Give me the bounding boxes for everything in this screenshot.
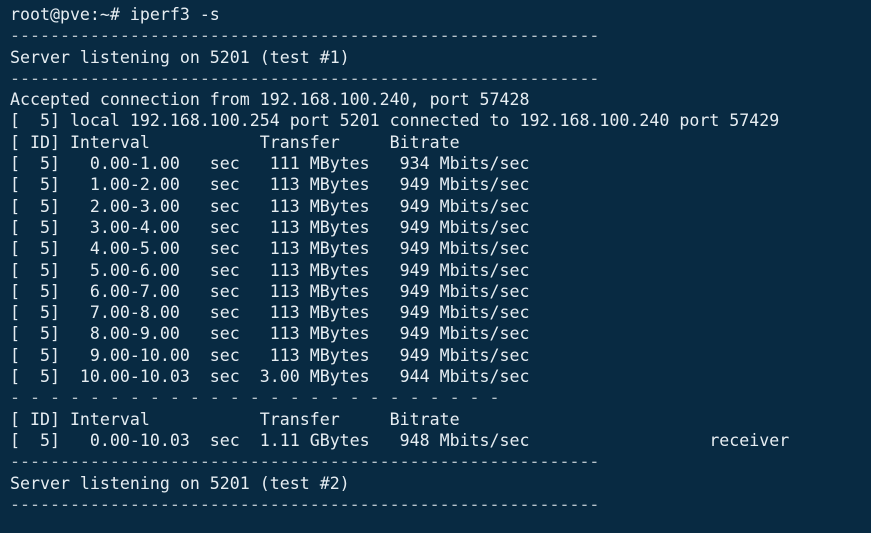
interval-result-line: [ 5] 0.00-1.00 sec 111 MBytes 934 Mbits/… — [10, 154, 530, 174]
summary-header-line: [ ID] Interval Transfer Bitrate — [10, 409, 460, 429]
separator-line: ----------------------------------------… — [10, 26, 600, 46]
dashed-separator-line: - - - - - - - - - - - - - - - - - - - - … — [10, 388, 500, 408]
interval-result-line: [ 5] 10.00-10.03 sec 3.00 MBytes 944 Mbi… — [10, 367, 530, 387]
server-listening-line: Server listening on 5201 (test #1) — [10, 47, 350, 67]
terminal-prompt-line: root@pve:~# iperf3 -s — [10, 5, 220, 24]
separator-line: ----------------------------------------… — [10, 494, 600, 514]
interval-result-line: [ 5] 8.00-9.00 sec 113 MBytes 949 Mbits/… — [10, 324, 530, 344]
results-header-line: [ ID] Interval Transfer Bitrate — [10, 132, 460, 152]
separator-line: ----------------------------------------… — [10, 452, 600, 472]
interval-result-line: [ 5] 3.00-4.00 sec 113 MBytes 949 Mbits/… — [10, 217, 530, 237]
interval-result-line: [ 5] 7.00-8.00 sec 113 MBytes 949 Mbits/… — [10, 303, 530, 323]
accepted-connection-line: Accepted connection from 192.168.100.240… — [10, 90, 530, 110]
interval-result-line: [ 5] 2.00-3.00 sec 113 MBytes 949 Mbits/… — [10, 196, 530, 216]
summary-result-line: [ 5] 0.00-10.03 sec 1.11 GBytes 948 Mbit… — [10, 430, 790, 450]
interval-result-line: [ 5] 9.00-10.00 sec 113 MBytes 949 Mbits… — [10, 345, 530, 365]
interval-result-line: [ 5] 1.00-2.00 sec 113 MBytes 949 Mbits/… — [10, 175, 530, 195]
server-listening-line: Server listening on 5201 (test #2) — [10, 473, 350, 493]
interval-result-line: [ 5] 5.00-6.00 sec 113 MBytes 949 Mbits/… — [10, 260, 530, 280]
separator-line: ----------------------------------------… — [10, 68, 600, 88]
interval-result-line: [ 5] 4.00-5.00 sec 113 MBytes 949 Mbits/… — [10, 239, 530, 259]
local-connection-line: [ 5] local 192.168.100.254 port 5201 con… — [10, 111, 780, 131]
terminal-window[interactable]: root@pve:~# iperf3 -s ------------------… — [0, 0, 871, 533]
interval-result-line: [ 5] 6.00-7.00 sec 113 MBytes 949 Mbits/… — [10, 281, 530, 301]
